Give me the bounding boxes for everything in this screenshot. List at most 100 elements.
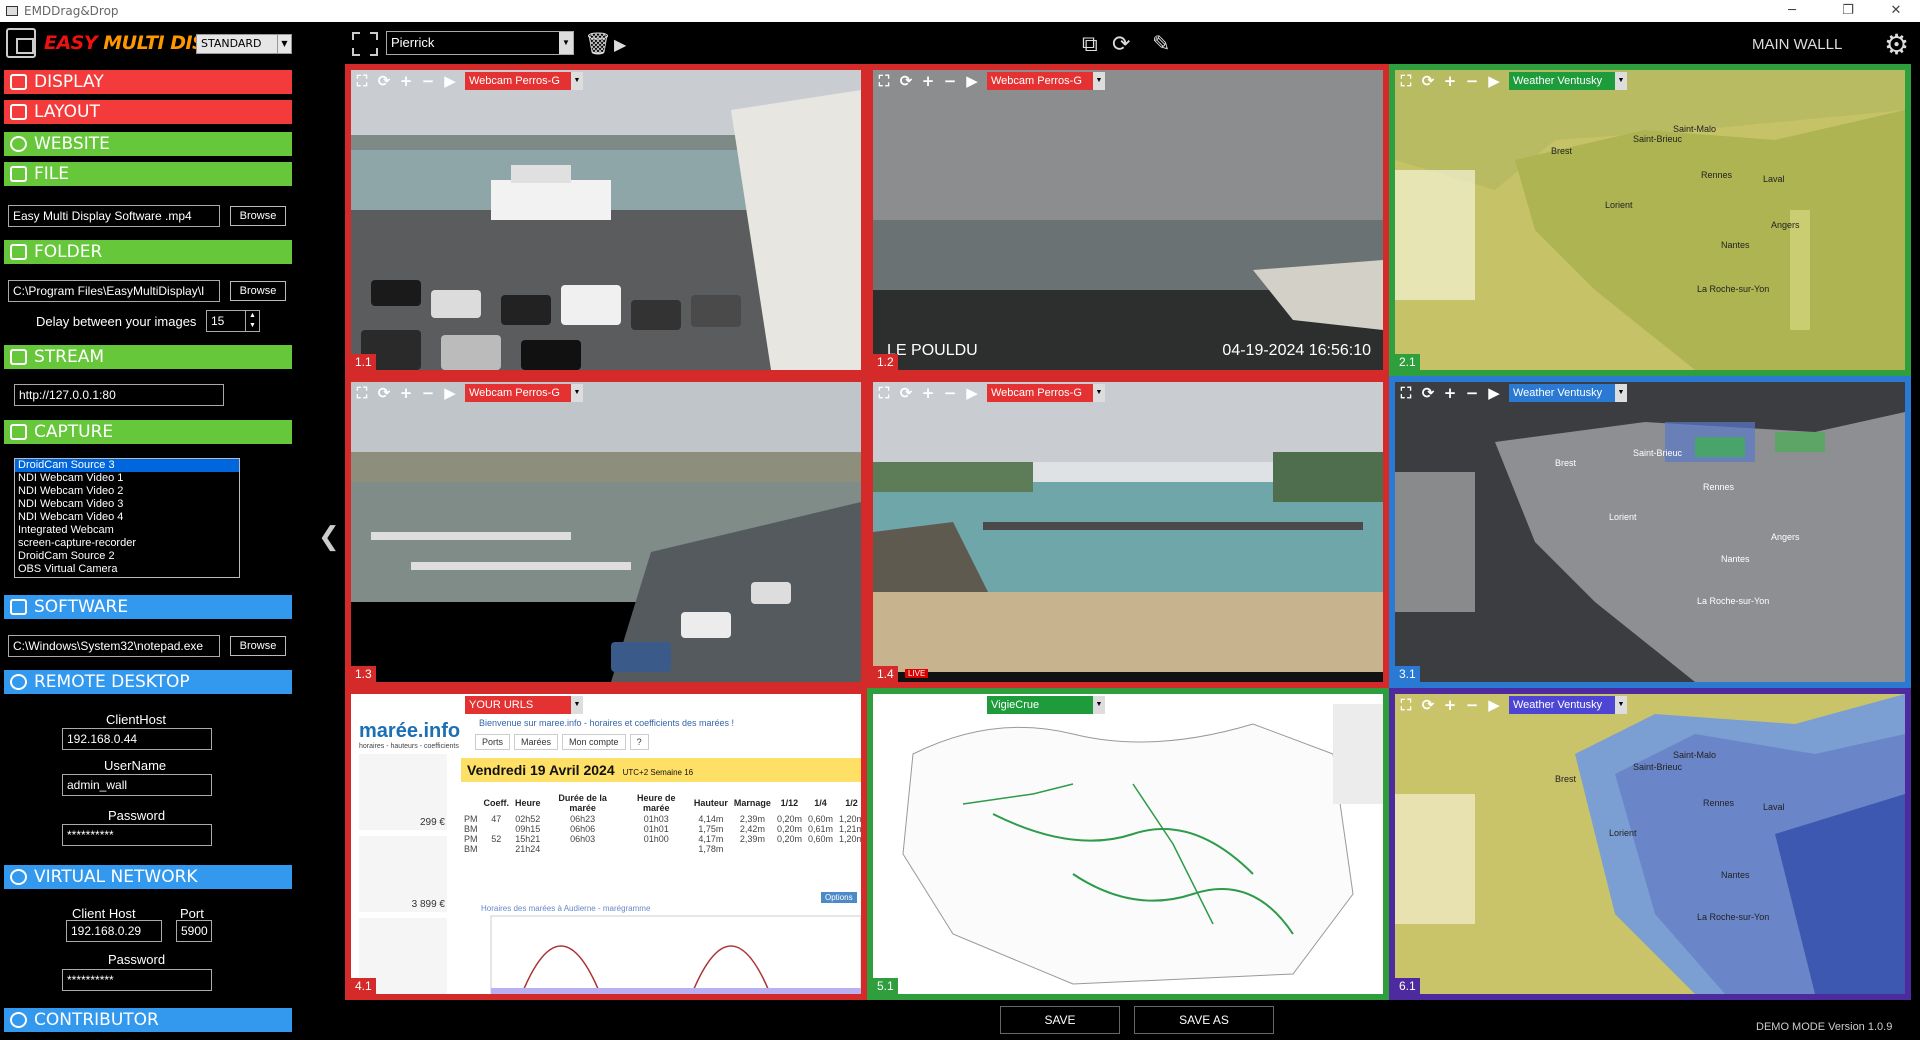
save-as-button[interactable]: SAVE AS: [1134, 1006, 1274, 1034]
cell-1-4[interactable]: LIVE ⛶ ⟳ + − ▶ Webcam Perros-G ▼ 1.4: [867, 376, 1389, 688]
source-select[interactable]: Webcam Perros-G ▼: [987, 384, 1105, 402]
fullscreen-icon[interactable]: ⛶: [1395, 70, 1417, 92]
refresh-icon[interactable]: ⟳: [373, 694, 395, 716]
capture-source-list[interactable]: DroidCam Source 3 NDI Webcam Video 1 NDI W…: [14, 458, 240, 578]
plus-icon[interactable]: +: [917, 70, 939, 92]
stepper-up-icon[interactable]: ▲: [245, 311, 259, 321]
save-button[interactable]: SAVE: [1000, 1006, 1120, 1034]
section-layout[interactable]: LAYOUT: [4, 100, 292, 124]
source-select[interactable]: VigieCrue ▼: [987, 696, 1105, 714]
plus-icon[interactable]: +: [1439, 70, 1461, 92]
tide-nav-tab[interactable]: Marées: [514, 734, 559, 750]
capture-list-item[interactable]: NDI Webcam Video 2: [15, 485, 239, 498]
cell-2-1[interactable]: Brest Saint-Brieuc Saint-Malo Rennes Lav…: [1389, 64, 1911, 376]
ad-item[interactable]: 3 899 €: [359, 836, 447, 912]
capture-list-item[interactable]: screen-capture-recorder: [15, 537, 239, 550]
capture-list-item[interactable]: NDI Webcam Video 3: [15, 498, 239, 511]
refresh-icon[interactable]: ⟳: [895, 694, 917, 716]
play-icon[interactable]: ▶: [1483, 70, 1505, 92]
restore-button[interactable]: ❐: [1828, 0, 1868, 22]
section-contributor[interactable]: CONTRIBUTOR: [4, 1008, 292, 1032]
tide-nav-tab[interactable]: Mon compte: [562, 734, 626, 750]
minimize-button[interactable]: ─: [1772, 0, 1812, 22]
capture-list-item[interactable]: Integrated Webcam: [15, 524, 239, 537]
delay-stepper[interactable]: 15 ▲ ▼: [206, 310, 260, 332]
software-browse-button[interactable]: Browse: [230, 636, 286, 656]
source-select[interactable]: Webcam Perros-G ▼: [987, 72, 1105, 90]
capture-list-item[interactable]: DroidCam Source 2: [15, 550, 239, 563]
chart-options-button[interactable]: Options: [821, 892, 857, 903]
cell-6-1[interactable]: Brest Saint-Malo Saint-Brieuc Rennes Lav…: [1389, 688, 1911, 1000]
refresh-icon[interactable]: ⟳: [1112, 32, 1130, 57]
minus-icon[interactable]: −: [417, 70, 439, 92]
folder-browse-button[interactable]: Browse: [230, 281, 286, 301]
rdp-password-input[interactable]: **********: [62, 824, 212, 846]
source-select[interactable]: YOUR URLS ▼: [465, 696, 583, 714]
gear-icon[interactable]: ⚙: [1884, 28, 1909, 61]
plus-icon[interactable]: +: [1439, 382, 1461, 404]
fullscreen-icon[interactable]: ⛶: [873, 70, 895, 92]
plus-icon[interactable]: +: [395, 694, 417, 716]
fullscreen-icon[interactable]: ⛶: [351, 694, 373, 716]
file-path-input[interactable]: Easy Multi Display Software .mp4: [8, 205, 220, 227]
plus-icon[interactable]: +: [917, 694, 939, 716]
plus-icon[interactable]: +: [395, 70, 417, 92]
section-file[interactable]: FILE: [4, 162, 292, 186]
refresh-icon[interactable]: ⟳: [895, 382, 917, 404]
cell-4-1[interactable]: marée.info horaires - hauteurs - coeffici…: [345, 688, 867, 1000]
plus-icon[interactable]: +: [395, 382, 417, 404]
file-browse-button[interactable]: Browse: [230, 206, 286, 226]
play-icon[interactable]: ▶: [1483, 382, 1505, 404]
fullscreen-icon[interactable]: ⛶: [873, 694, 895, 716]
play-icon[interactable]: ▶: [961, 382, 983, 404]
fullscreen-icon[interactable]: ⛶: [1395, 382, 1417, 404]
cell-1-2[interactable]: LE POULDU 04-19-2024 16:56:10 ⛶ ⟳ + − ▶ …: [867, 64, 1389, 376]
minus-icon[interactable]: −: [939, 70, 961, 92]
fullscreen-icon[interactable]: [352, 32, 378, 56]
capture-list-item[interactable]: NDI Webcam Video 4: [15, 511, 239, 524]
section-website[interactable]: WEBSITE: [4, 132, 292, 156]
plus-icon[interactable]: +: [917, 382, 939, 404]
section-stream[interactable]: STREAM: [4, 345, 292, 369]
source-select[interactable]: Weather Ventusky ▼: [1509, 696, 1627, 714]
stream-url-input[interactable]: http://127.0.0.1:80: [14, 384, 224, 406]
minus-icon[interactable]: −: [417, 382, 439, 404]
play-icon[interactable]: ▶: [961, 694, 983, 716]
refresh-icon[interactable]: ⟳: [895, 70, 917, 92]
eraser-icon[interactable]: ✎: [1152, 32, 1170, 57]
section-remote-desktop[interactable]: REMOTE DESKTOP: [4, 670, 292, 694]
fullscreen-icon[interactable]: ⛶: [1395, 694, 1417, 716]
software-path-input[interactable]: C:\Windows\System32\notepad.exe: [8, 635, 220, 657]
cell-3-1[interactable]: Brest Saint-Brieuc Rennes Lorient Angers…: [1389, 376, 1911, 688]
user-select[interactable]: Pierrick ▼: [386, 31, 574, 55]
source-select[interactable]: Weather Ventusky ▼: [1509, 384, 1627, 402]
refresh-icon[interactable]: ⟳: [373, 70, 395, 92]
mode-select[interactable]: STANDARD ▼: [196, 34, 292, 54]
folder-path-input[interactable]: C:\Program Files\EasyMultiDisplay\I: [8, 280, 220, 302]
add-screen-icon[interactable]: ⧉: [1082, 32, 1098, 57]
capture-list-item[interactable]: NDI Webcam Video 1: [15, 472, 239, 485]
refresh-icon[interactable]: ⟳: [1417, 694, 1439, 716]
minus-icon[interactable]: −: [939, 694, 961, 716]
cell-1-3[interactable]: ⛶ ⟳ + − ▶ Webcam Perros-G ▼ 1.3: [345, 376, 867, 688]
section-software[interactable]: SOFTWARE: [4, 595, 292, 619]
plus-icon[interactable]: +: [1439, 694, 1461, 716]
cell-5-1[interactable]: ⛶ ⟳ + − ▶ VigieCrue ▼ 5.1: [867, 688, 1389, 1000]
play-icon[interactable]: ▶: [439, 382, 461, 404]
minus-icon[interactable]: −: [417, 694, 439, 716]
play-icon[interactable]: ▶: [439, 694, 461, 716]
section-display[interactable]: DISPLAY: [4, 70, 292, 94]
refresh-icon[interactable]: ⟳: [1417, 382, 1439, 404]
minus-icon[interactable]: −: [1461, 382, 1483, 404]
tide-nav-tab[interactable]: Ports: [475, 734, 511, 750]
trash-icon[interactable]: 🗑: [584, 32, 612, 57]
vnc-password-input[interactable]: **********: [62, 969, 212, 991]
stepper-down-icon[interactable]: ▼: [245, 321, 259, 331]
fullscreen-icon[interactable]: ⛶: [351, 70, 373, 92]
section-virtual-network[interactable]: VIRTUAL NETWORK: [4, 865, 292, 889]
capture-list-item[interactable]: DroidCam Source 3: [15, 459, 239, 472]
tide-nav-tab[interactable]: ?: [629, 734, 649, 750]
vnc-port-input[interactable]: 5900: [176, 920, 212, 942]
play-icon[interactable]: ▶: [1483, 694, 1505, 716]
source-select[interactable]: Weather Ventusky ▼: [1509, 72, 1627, 90]
